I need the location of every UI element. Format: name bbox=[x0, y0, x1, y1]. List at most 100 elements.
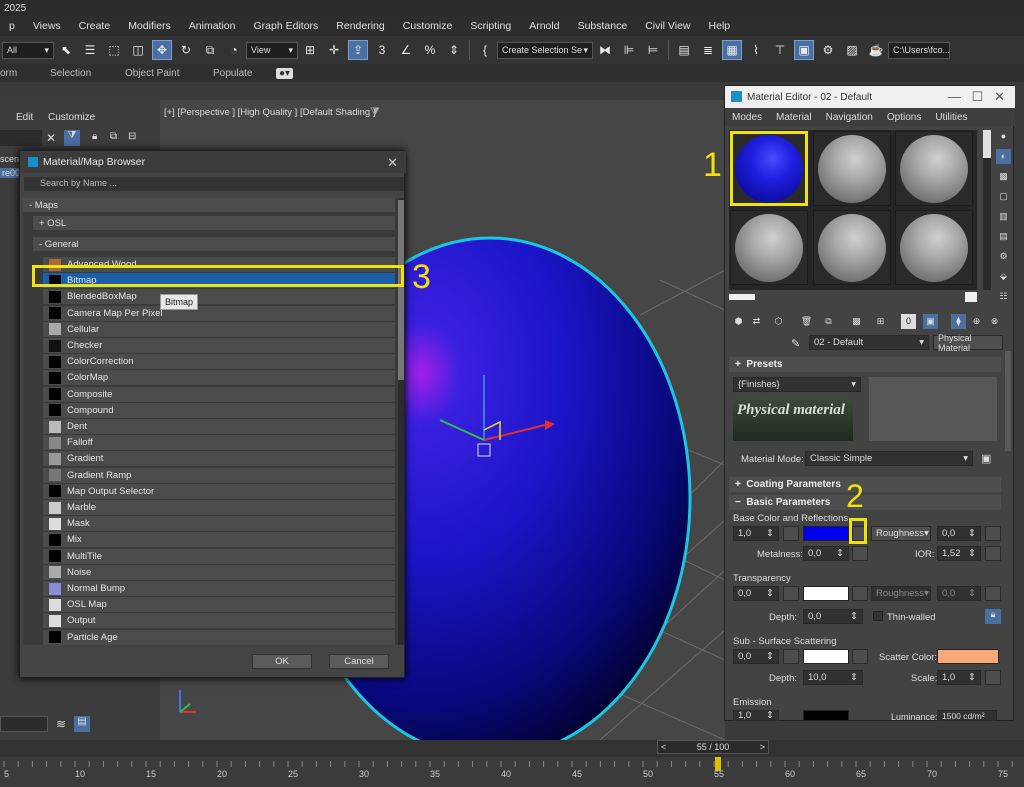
basic-params-rollout-header[interactable]: − Basic Parameters bbox=[729, 495, 1001, 510]
editor-menu-utilities[interactable]: Utilities bbox=[928, 112, 974, 123]
close-icon[interactable]: ✕ bbox=[387, 155, 398, 171]
ok-button[interactable]: OK bbox=[252, 654, 312, 669]
render-production-icon[interactable]: ☕ bbox=[866, 40, 886, 60]
toggle-ribbon-icon[interactable]: ▦ bbox=[722, 40, 742, 60]
layers-icon[interactable]: ⊟ bbox=[128, 131, 136, 142]
map-list-item[interactable]: Falloff bbox=[43, 435, 395, 451]
editor-menu-modes[interactable]: Modes bbox=[725, 112, 769, 123]
map-list-item[interactable]: Map Output Selector bbox=[43, 483, 395, 499]
map-list-item[interactable]: BlendedBoxMap bbox=[43, 289, 395, 305]
sss-color-swatch[interactable] bbox=[803, 649, 849, 664]
transparency-color-swatch[interactable] bbox=[803, 586, 849, 601]
roughness-map-button[interactable] bbox=[985, 526, 1001, 541]
rotate-icon[interactable]: ↻ bbox=[176, 40, 196, 60]
menu-item-create[interactable]: Create bbox=[70, 20, 120, 32]
metalness-map-button[interactable] bbox=[852, 546, 868, 561]
ribbon-tab-modeling[interactable]: orm bbox=[0, 68, 17, 79]
viewport-filter-icon[interactable]: ⧩ bbox=[370, 106, 380, 119]
filter-icon[interactable]: ⧩ bbox=[64, 130, 80, 146]
map-list-item[interactable]: MultiTile bbox=[43, 548, 395, 564]
sample-slot-2[interactable] bbox=[813, 131, 891, 206]
uv-tiling-icon[interactable]: ▢ bbox=[996, 189, 1011, 204]
eyedropper-icon[interactable]: ✎ bbox=[791, 337, 800, 350]
time-slider[interactable]: < 55 / 100 > bbox=[657, 740, 769, 754]
schematic-view-icon[interactable]: ⊤ bbox=[770, 40, 790, 60]
map-list-item[interactable]: Mask bbox=[43, 516, 395, 532]
timeline-ruler[interactable]: 5 10 15 20 25 30 35 40 45 50 55 60 65 70 75 bbox=[0, 757, 1024, 787]
percent-snap-icon[interactable]: % bbox=[420, 40, 440, 60]
put-to-scene-icon[interactable]: ⇄ bbox=[749, 314, 764, 329]
show-end-result-icon[interactable]: ⧫ bbox=[951, 314, 966, 329]
ribbon-tab-populate[interactable]: Populate bbox=[213, 68, 252, 79]
group-osl[interactable]: + OSL bbox=[33, 216, 395, 230]
base-weight-spinner[interactable]: 1,0 ⇕ bbox=[733, 526, 779, 541]
group-general[interactable]: - General bbox=[33, 237, 395, 251]
transparency-color-map-button[interactable] bbox=[852, 586, 868, 601]
window-crossing-icon[interactable]: ◫ bbox=[128, 40, 148, 60]
hierarchy-icon[interactable]: ⧉ bbox=[110, 131, 117, 142]
group-maps[interactable]: - Maps bbox=[23, 198, 395, 212]
scene-list-icon[interactable]: ▤ bbox=[74, 716, 90, 732]
sample-slot-3[interactable] bbox=[895, 131, 973, 206]
map-list-item[interactable]: Dent bbox=[43, 419, 395, 434]
close-icon[interactable]: ✕ bbox=[46, 131, 56, 145]
render-setup-icon[interactable]: ⚙ bbox=[818, 40, 838, 60]
editor-title-bar[interactable]: Material Editor - 02 - Default — ☐ ✕ bbox=[725, 86, 1015, 108]
select-object-icon[interactable]: ⬉ bbox=[56, 40, 76, 60]
move-icon[interactable]: ✥ bbox=[152, 40, 172, 60]
luminance-spinner[interactable]: 1500 cd/m² bbox=[937, 710, 997, 721]
named-selection-dropdown[interactable]: Create Selection Se ▾ bbox=[497, 41, 593, 59]
keyboard-shortcut-override-icon[interactable]: ⇪ bbox=[348, 40, 368, 60]
roughness-mode-dropdown[interactable]: Roughness ▾ bbox=[871, 526, 931, 541]
lock-icon[interactable]: 🔒︎ bbox=[985, 609, 1001, 624]
browser-search-input[interactable]: Search by Name ... bbox=[24, 177, 404, 191]
map-list-item[interactable]: OSL Map bbox=[43, 597, 395, 613]
snaps-toggle-icon[interactable]: 3 bbox=[372, 40, 392, 60]
finishes-dropdown[interactable]: {Finishes} ▾ bbox=[733, 377, 861, 392]
sss-weight-spinner[interactable]: 0,0 ⇕ bbox=[733, 649, 779, 664]
make-unique-icon[interactable]: ▩ bbox=[849, 314, 864, 329]
background-icon[interactable]: ▩ bbox=[996, 169, 1011, 184]
sample-slot-1[interactable] bbox=[730, 131, 808, 206]
editor-menu-navigation[interactable]: Navigation bbox=[819, 112, 880, 123]
reset-icon[interactable]: 🗑︎ bbox=[799, 314, 814, 329]
material-navigator-icon[interactable]: ☷ bbox=[996, 289, 1011, 304]
rendered-frame-window-icon[interactable]: ▨ bbox=[842, 40, 862, 60]
curve-editor-icon[interactable]: ⌇ bbox=[746, 40, 766, 60]
presets-rollout-header[interactable]: + Presets bbox=[729, 357, 1001, 372]
map-list-item[interactable]: Compound bbox=[43, 402, 395, 418]
map-list-item[interactable]: Gradient bbox=[43, 451, 395, 467]
slots-scrollbar[interactable] bbox=[983, 130, 991, 290]
editor-scrollbar[interactable] bbox=[1005, 351, 1011, 451]
sample-slot-5[interactable] bbox=[813, 210, 891, 285]
ribbon-tab-object-paint[interactable]: Object Paint bbox=[125, 68, 179, 79]
options-icon[interactable]: ⚙ bbox=[996, 249, 1011, 264]
material-id-icon[interactable]: 0 bbox=[901, 314, 916, 329]
put-to-library-icon[interactable]: ⊞ bbox=[873, 314, 888, 329]
show-in-viewport-icon[interactable]: ▣ bbox=[923, 314, 938, 329]
menu-item-scripting[interactable]: Scripting bbox=[461, 20, 520, 32]
ior-spinner[interactable]: 1,52 ⇕ bbox=[937, 546, 981, 561]
place-icon[interactable]: ◔ bbox=[224, 40, 244, 60]
map-list-item[interactable]: Cellular bbox=[43, 321, 395, 337]
sss-weight-map-button[interactable] bbox=[783, 649, 799, 664]
editor-menu-options[interactable]: Options bbox=[880, 112, 928, 123]
assign-to-selection-icon[interactable]: ⬡ bbox=[771, 314, 786, 329]
chevron-right-icon[interactable]: > bbox=[760, 742, 765, 752]
mirror-icon[interactable]: ⧓ bbox=[595, 40, 615, 60]
explorer-menu-edit[interactable]: Edit bbox=[16, 112, 33, 123]
window-controls[interactable]: — ☐ ✕ bbox=[948, 89, 1005, 105]
map-list-item[interactable]: Mix bbox=[43, 532, 395, 548]
depth-spinner[interactable]: 0,0 ⇕ bbox=[803, 609, 863, 624]
select-by-material-icon[interactable]: ⬙ bbox=[996, 269, 1011, 284]
slots-horizontal-scroll[interactable] bbox=[729, 294, 755, 300]
layer-stack-icon[interactable]: ≋ bbox=[56, 717, 66, 731]
sample-type-icon[interactable]: ● bbox=[996, 129, 1011, 144]
map-list-item[interactable]: ColorCorrection bbox=[43, 354, 395, 370]
map-list-item[interactable]: Marble bbox=[43, 500, 395, 515]
sss-color-map-button[interactable] bbox=[852, 649, 868, 664]
explorer-menu-customize[interactable]: Customize bbox=[48, 112, 95, 123]
get-material-icon[interactable]: ⬢ bbox=[731, 314, 746, 329]
selection-filter-dropdown[interactable]: All ▾ bbox=[2, 41, 54, 59]
scatter-color-swatch[interactable] bbox=[937, 649, 999, 664]
